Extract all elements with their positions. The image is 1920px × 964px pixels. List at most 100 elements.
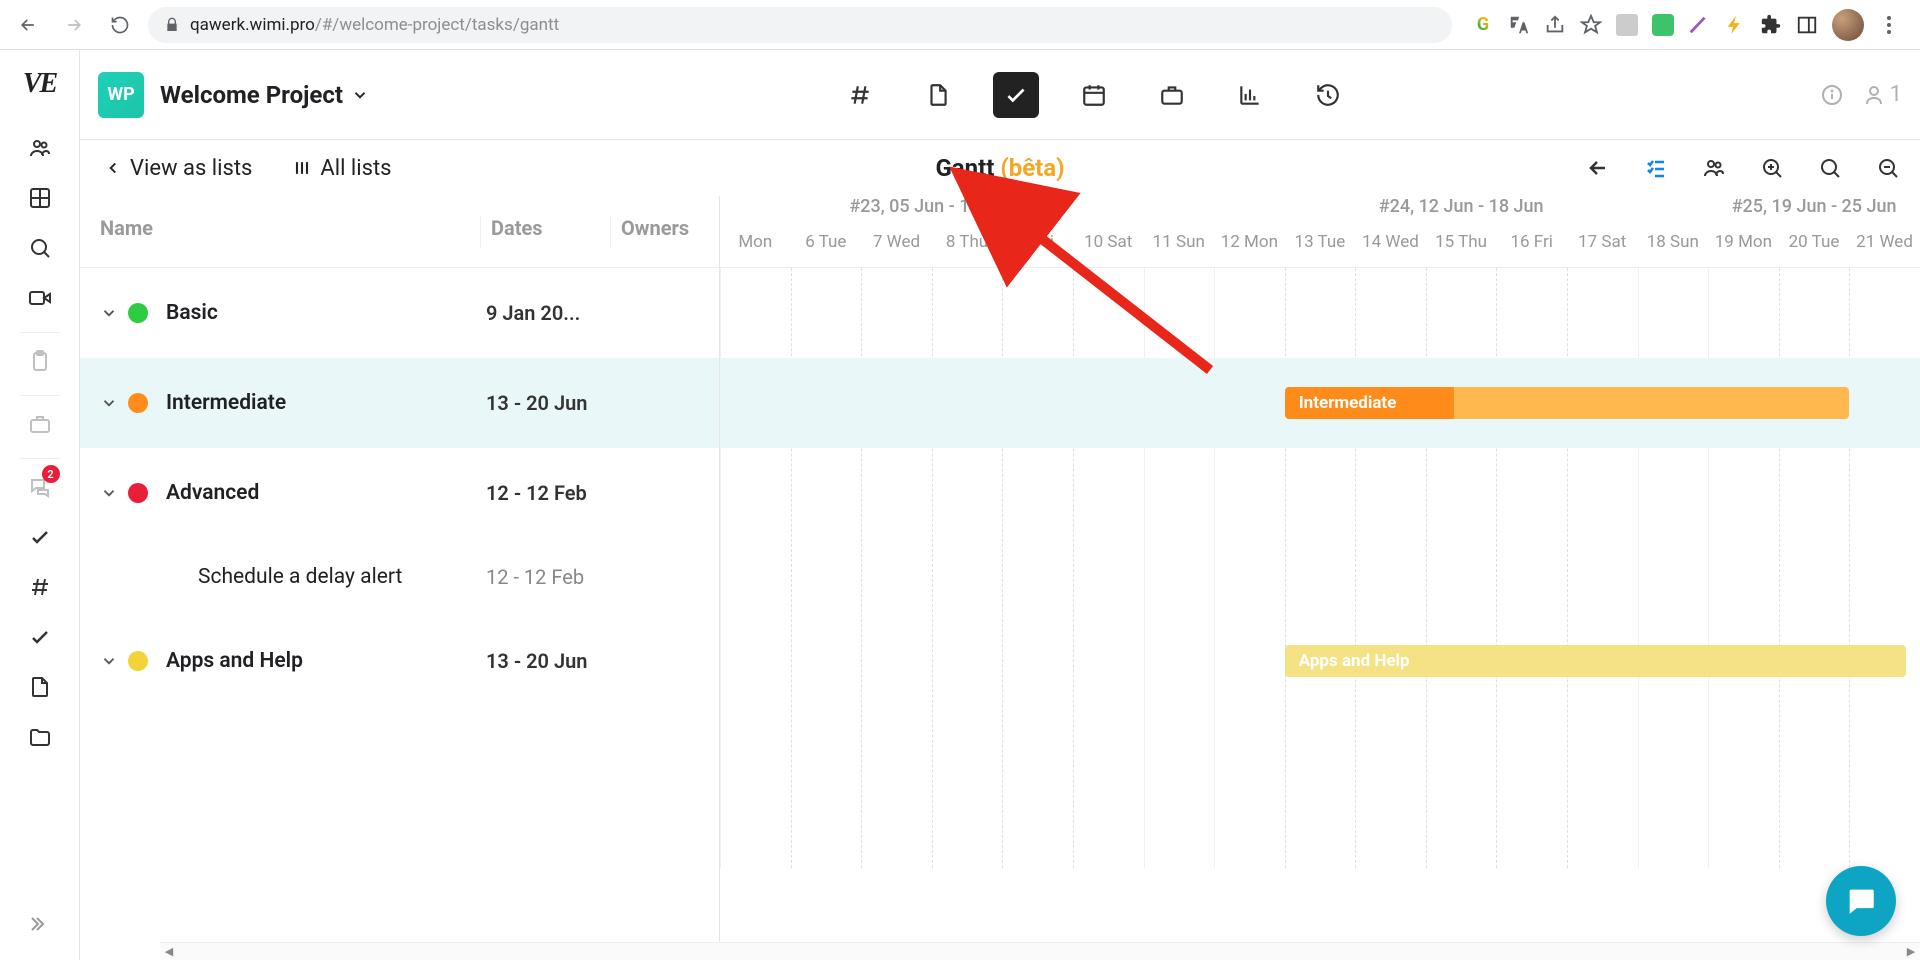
day-header: 16 Fri <box>1496 232 1567 267</box>
column-dates: Dates <box>480 216 610 248</box>
rail-check-icon[interactable] <box>18 515 62 559</box>
rail-chat-icon[interactable]: 2 <box>18 465 62 509</box>
tab-calendar-icon[interactable] <box>1071 72 1117 118</box>
profile-avatar[interactable] <box>1832 9 1864 41</box>
info-icon[interactable] <box>1820 83 1844 107</box>
url-bar[interactable]: qawerk.wimi.pro/#/welcome-project/tasks/… <box>148 7 1452 43</box>
tab-reports-icon[interactable] <box>1227 72 1273 118</box>
gantt-bar[interactable]: Intermediate <box>1285 387 1850 419</box>
app-logo[interactable]: VE <box>12 60 68 108</box>
project-title: Welcome Project <box>160 81 343 109</box>
rail-grid-icon[interactable] <box>18 176 62 220</box>
browser-reload-button[interactable] <box>102 7 138 43</box>
tab-briefcase-icon[interactable] <box>1149 72 1195 118</box>
zoom-in-button[interactable] <box>1758 154 1786 182</box>
chevron-left-icon <box>104 159 122 177</box>
columns-icon <box>292 158 312 178</box>
rail-file-icon[interactable] <box>18 665 62 709</box>
day-header: 12 Mon <box>1214 232 1285 267</box>
task-row[interactable]: Advanced12 - 12 Feb <box>80 448 719 538</box>
chevron-down-icon <box>100 394 118 412</box>
horizontal-scrollbar[interactable]: ◀ ▶ <box>160 942 1920 960</box>
task-date: 12 - 12 Feb <box>486 565 584 589</box>
task-date: 13 - 20 Jun <box>486 649 587 673</box>
task-row[interactable]: Schedule a delay alert12 - 12 Feb <box>80 538 719 616</box>
translate-icon[interactable] <box>1508 14 1530 36</box>
rail-video-icon[interactable] <box>18 276 62 320</box>
gantt-bar[interactable]: Apps and Help <box>1285 645 1906 677</box>
project-title-dropdown[interactable]: Welcome Project <box>160 81 369 109</box>
day-header: 8 Thu <box>932 232 1003 267</box>
chat-badge: 2 <box>42 465 60 483</box>
task-dot <box>128 483 148 503</box>
rail-expand-icon[interactable] <box>18 902 62 946</box>
rail-search-icon[interactable] <box>18 226 62 270</box>
task-row[interactable]: Apps and Help13 - 20 Jun <box>80 616 719 706</box>
back-arrow-button[interactable] <box>1584 154 1612 182</box>
gantt-row: Apps and Help <box>720 616 1920 706</box>
url-text: qawerk.wimi.pro/#/welcome-project/tasks/… <box>190 15 559 35</box>
chevron-down-icon <box>100 304 118 322</box>
day-header: 19 Mon <box>1708 232 1779 267</box>
column-owners: Owners <box>610 216 719 248</box>
day-header: Mon <box>720 232 791 267</box>
lock-icon <box>164 17 180 33</box>
day-header: 11 Sun <box>1143 232 1214 267</box>
rail-people-icon[interactable] <box>18 126 62 170</box>
scroll-left-icon[interactable]: ◀ <box>160 943 178 961</box>
task-row[interactable]: Intermediate13 - 20 Jun <box>80 358 719 448</box>
gantt-row: Intermediate <box>720 358 1920 448</box>
star-icon[interactable] <box>1580 14 1602 36</box>
day-header: 18 Sun <box>1638 232 1709 267</box>
ext-bolt-icon[interactable] <box>1724 14 1746 36</box>
chevron-down-icon <box>100 484 118 502</box>
team-button[interactable] <box>1700 154 1728 182</box>
ext-green-icon[interactable] <box>1652 14 1674 36</box>
project-badge: WP <box>98 72 144 118</box>
day-header: 13 Tue <box>1285 232 1356 267</box>
panel-icon[interactable] <box>1796 14 1818 36</box>
search-button[interactable] <box>1816 154 1844 182</box>
page-title: Gantt (bêta) <box>935 154 1064 182</box>
chevron-down-icon <box>100 652 118 670</box>
zoom-out-button[interactable] <box>1874 154 1902 182</box>
browser-back-button[interactable] <box>10 7 46 43</box>
rail-check2-icon[interactable] <box>18 615 62 659</box>
tab-tasks-icon[interactable] <box>993 72 1039 118</box>
task-dot <box>128 303 148 323</box>
intercom-chat-button[interactable] <box>1826 866 1896 936</box>
view-as-lists-link[interactable]: View as lists <box>104 156 252 181</box>
tab-hash-icon[interactable] <box>837 72 883 118</box>
rail-folder-icon[interactable] <box>18 715 62 759</box>
day-header: 6 Tue <box>791 232 862 267</box>
browser-forward-button[interactable] <box>56 7 92 43</box>
day-header: 10 Sat <box>1073 232 1144 267</box>
rail-hash-icon[interactable] <box>18 565 62 609</box>
extensions-icon[interactable] <box>1760 14 1782 36</box>
task-row[interactable]: Basic9 Jan 20... <box>80 268 719 358</box>
share-icon[interactable] <box>1544 14 1566 36</box>
task-date: 12 - 12 Feb <box>486 481 587 505</box>
week-header: #25, 19 Jun - 25 Jun <box>1708 196 1920 232</box>
chrome-menu-icon[interactable] <box>1878 16 1900 34</box>
google-icon[interactable]: G <box>1472 14 1494 36</box>
gantt-row <box>720 448 1920 538</box>
all-lists-link[interactable]: All lists <box>292 156 391 181</box>
scroll-right-icon[interactable]: ▶ <box>1902 943 1920 961</box>
week-header: #24, 12 Jun - 18 Jun <box>1214 196 1708 232</box>
task-name: Advanced <box>166 481 486 505</box>
task-name: Basic <box>166 301 486 325</box>
day-header: 21 Wed <box>1849 232 1920 267</box>
task-date: 9 Jan 20... <box>486 301 580 325</box>
members-count[interactable]: 1 <box>1862 82 1902 107</box>
left-rail: VE 2 <box>0 50 80 960</box>
list-view-button[interactable] <box>1642 154 1670 182</box>
rail-clipboard-icon[interactable] <box>18 339 62 383</box>
tab-history-icon[interactable] <box>1305 72 1351 118</box>
rail-briefcase-icon[interactable] <box>18 402 62 446</box>
ext-gray-icon[interactable] <box>1616 14 1638 36</box>
tab-file-icon[interactable] <box>915 72 961 118</box>
task-name: Intermediate <box>166 391 486 415</box>
gantt-row <box>720 538 1920 616</box>
ext-purple-icon[interactable] <box>1688 14 1710 36</box>
